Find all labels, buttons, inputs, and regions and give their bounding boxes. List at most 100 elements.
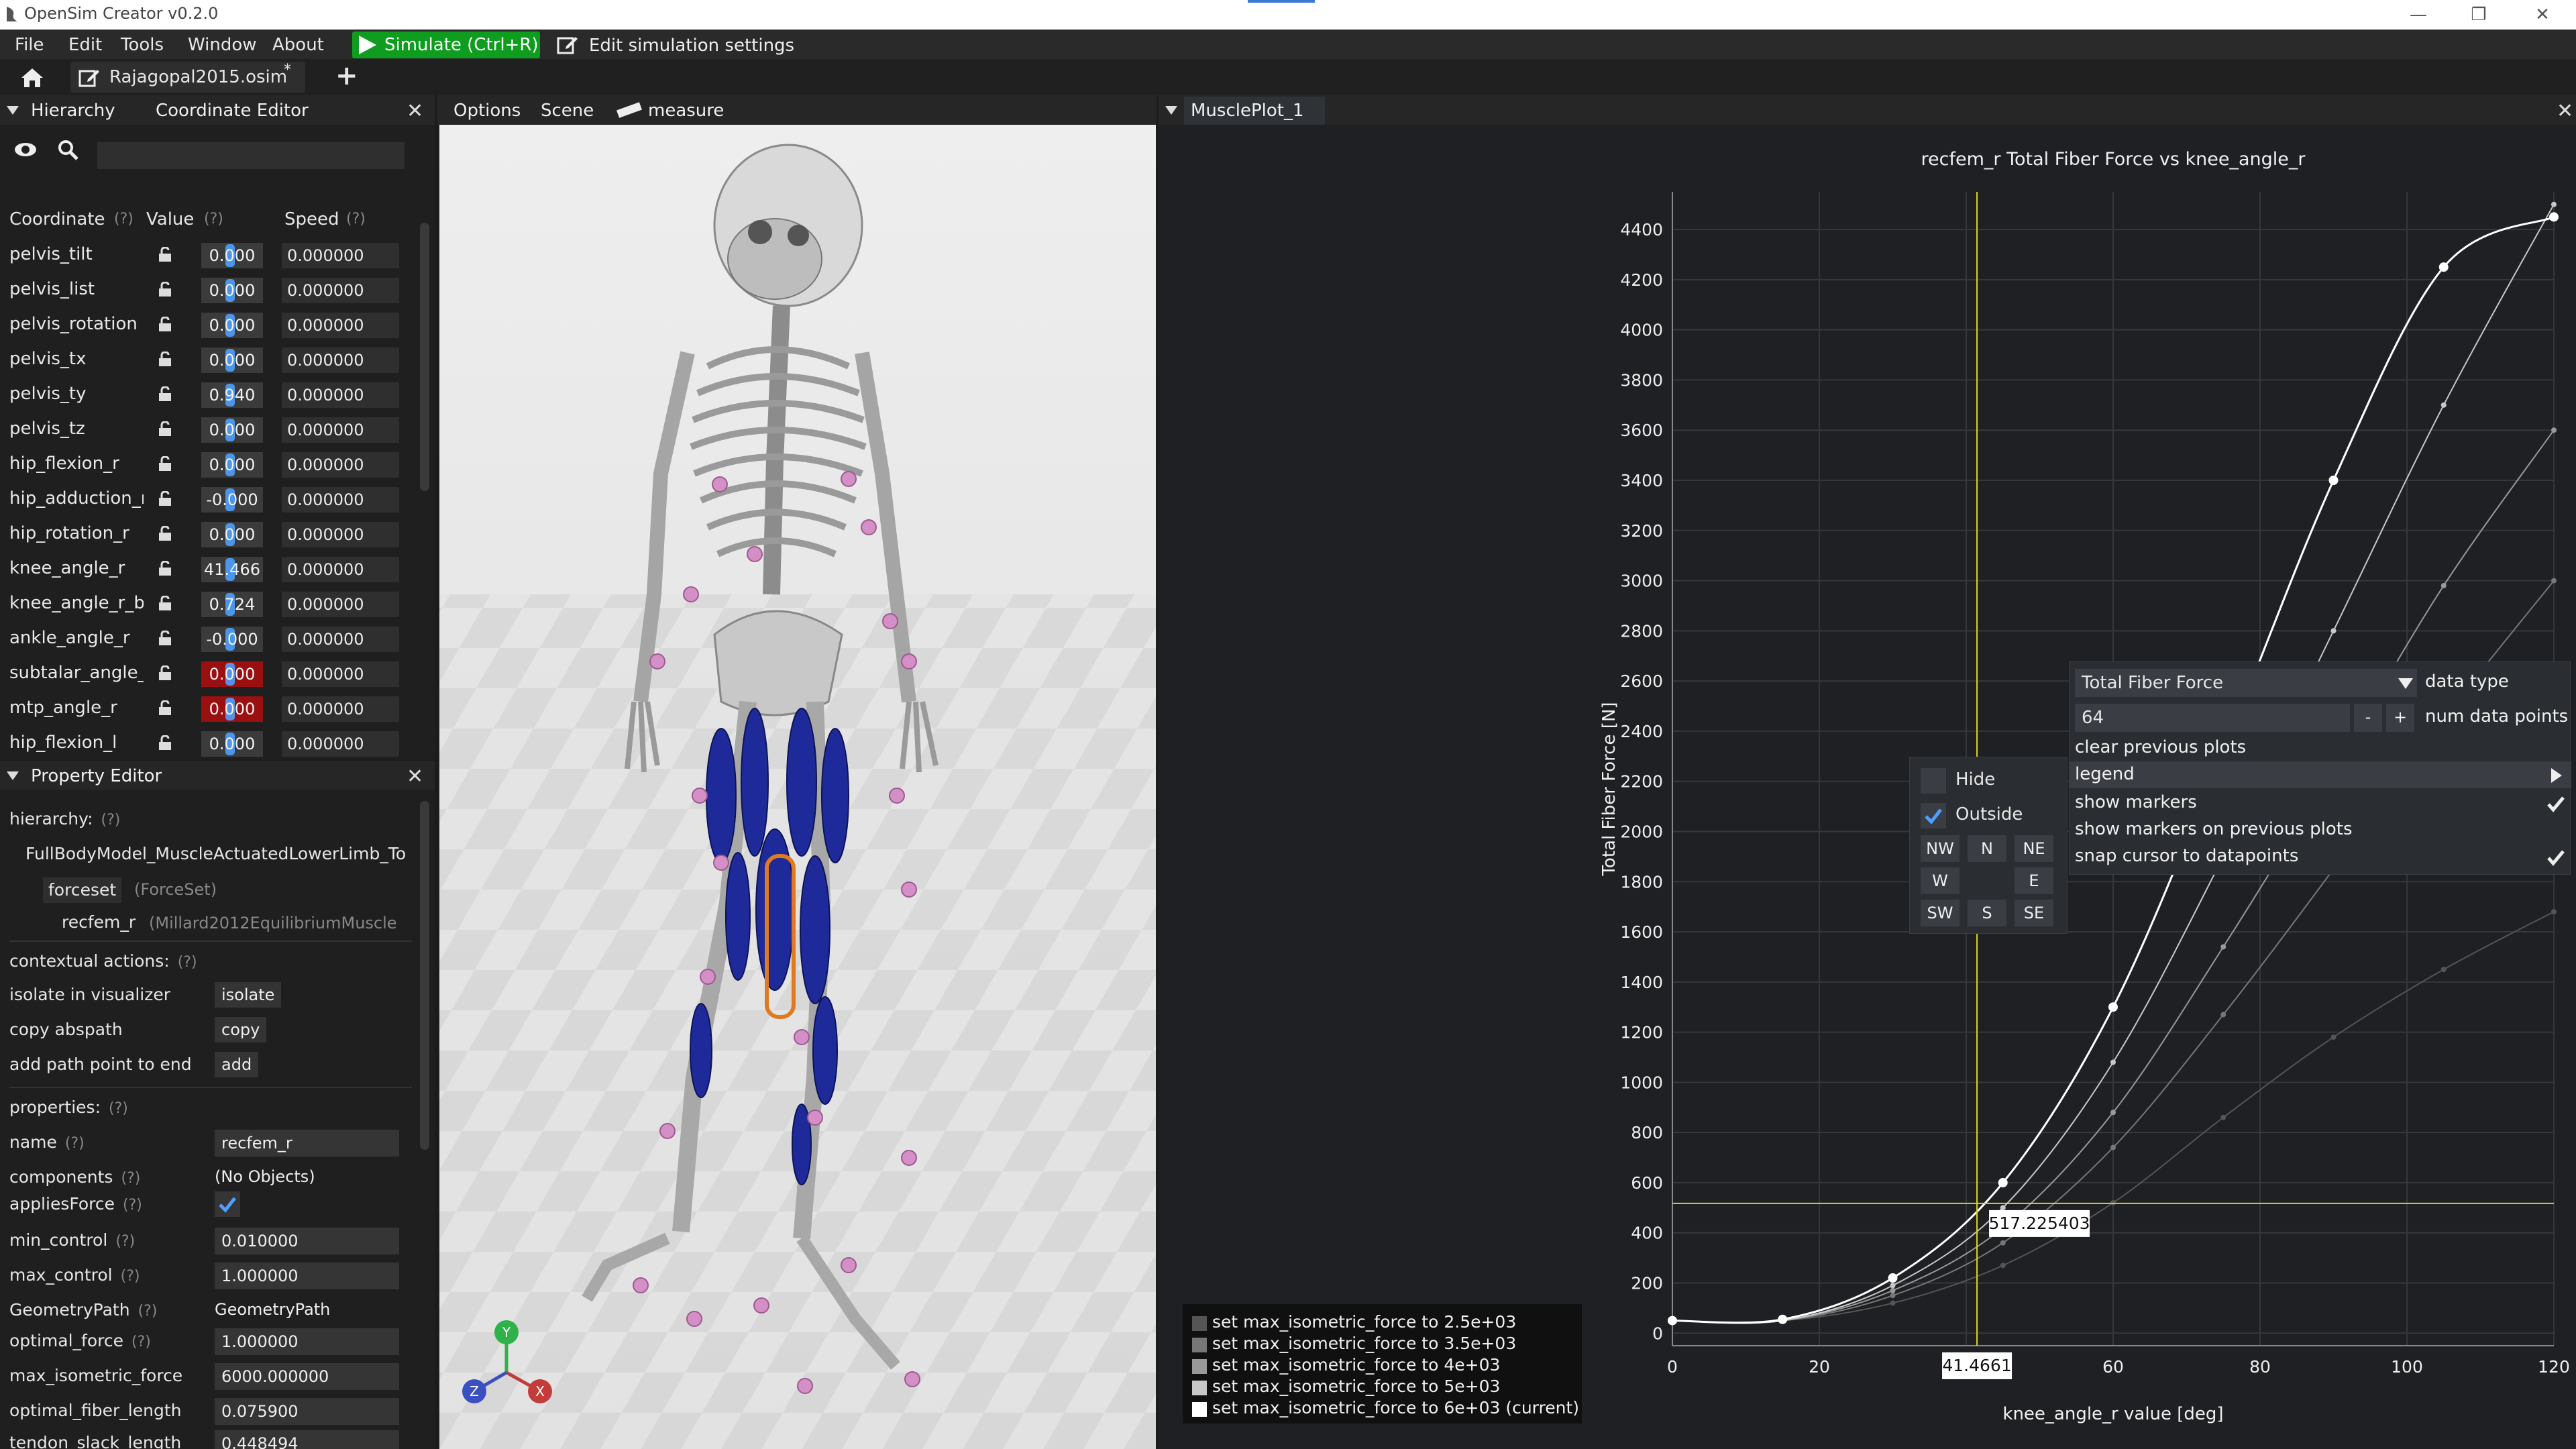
coordinate-speed-field[interactable]: 0.000000: [282, 592, 399, 617]
coordinate-speed-field[interactable]: 0.000000: [282, 382, 399, 408]
coordinate-value-slider[interactable]: -0.000: [201, 487, 263, 513]
coordinate-value-slider[interactable]: 41.466: [201, 557, 263, 582]
coordinate-speed-field[interactable]: 0.000000: [282, 313, 399, 338]
hierarchy-root[interactable]: FullBodyModel_MuscleActuatedLowerLimb_To: [25, 844, 411, 863]
unlocked-icon[interactable]: [158, 491, 172, 506]
coordinate-speed-field[interactable]: 0.000000: [282, 487, 399, 513]
data-type-dropdown[interactable]: Total Fiber Force: [2075, 669, 2417, 697]
file-tab[interactable]: Rajagopal2015.osim *: [70, 62, 305, 93]
coordinate-speed-field[interactable]: 0.000000: [282, 417, 399, 443]
viewport-scene-menu[interactable]: Scene: [541, 101, 594, 121]
hide-checkbox[interactable]: [1921, 768, 1946, 794]
coordinate-value-slider[interactable]: -0.000: [201, 627, 263, 652]
search-input[interactable]: [97, 142, 405, 169]
viewport-options-menu[interactable]: Options: [453, 101, 521, 121]
prop-max-control-field[interactable]: 1.000000: [215, 1263, 399, 1289]
coordinate-value-slider[interactable]: 0.000: [201, 696, 263, 722]
legend-pos-sw[interactable]: SW: [1921, 900, 1960, 926]
collapse-arrow-icon[interactable]: [1165, 106, 1177, 115]
copy-button[interactable]: copy: [215, 1017, 267, 1042]
unlocked-icon[interactable]: [158, 526, 172, 541]
menu-file[interactable]: File: [15, 35, 44, 55]
menu-edit[interactable]: Edit: [68, 35, 102, 55]
unlocked-icon[interactable]: [158, 421, 172, 436]
coordinate-speed-field[interactable]: 0.000000: [282, 696, 399, 722]
coordinate-value-slider[interactable]: 0.000: [201, 452, 263, 478]
prop-max-iso-field[interactable]: 6000.000000: [215, 1363, 399, 1390]
close-window-button[interactable]: ✕: [2512, 0, 2573, 30]
scrollbar[interactable]: [420, 223, 429, 491]
coordinate-value-slider[interactable]: 0.000: [201, 278, 263, 303]
prop-min-control-field[interactable]: 0.010000: [215, 1228, 399, 1254]
prop-geometry-path-value[interactable]: GeometryPath: [215, 1300, 330, 1319]
coordinate-value-slider[interactable]: 0.000: [201, 313, 263, 338]
coordinate-speed-field[interactable]: 0.000000: [282, 522, 399, 547]
eye-icon[interactable]: [13, 141, 38, 158]
close-panel-icon[interactable]: ✕: [407, 765, 423, 788]
close-panel-icon[interactable]: ✕: [407, 99, 423, 123]
increment-button[interactable]: +: [2386, 704, 2414, 732]
coordinate-speed-field[interactable]: 0.000000: [282, 243, 399, 268]
clear-previous-plots-item[interactable]: clear previous plots: [2075, 737, 2246, 757]
snap-cursor-item[interactable]: snap cursor to datapoints: [2075, 846, 2298, 866]
minimize-button[interactable]: —: [2388, 0, 2449, 30]
unlocked-icon[interactable]: [158, 631, 172, 645]
prop-opt-fiber-field[interactable]: 0.075900: [215, 1398, 399, 1425]
unlocked-icon[interactable]: [158, 665, 172, 680]
applies-force-checkbox[interactable]: [215, 1191, 240, 1217]
coordinate-value-slider[interactable]: 0.000: [201, 417, 263, 443]
coordinate-speed-field[interactable]: 0.000000: [282, 452, 399, 478]
coordinate-value-slider[interactable]: 0.000: [201, 347, 263, 373]
add-button[interactable]: add: [215, 1052, 259, 1077]
3d-viewport[interactable]: Y X Z: [439, 125, 1156, 1449]
collapse-arrow-icon[interactable]: [7, 106, 19, 115]
hierarchy-muscle[interactable]: recfem_r: [62, 912, 136, 932]
collapse-arrow-icon[interactable]: [7, 771, 19, 780]
legend-pos-nw[interactable]: NW: [1921, 835, 1960, 862]
legend-pos-ne[interactable]: NE: [2015, 835, 2053, 862]
plot-legend[interactable]: set max_isometric_force to 2.5e+03 set m…: [1183, 1304, 1582, 1424]
unlocked-icon[interactable]: [158, 596, 172, 610]
menu-window[interactable]: Window: [188, 35, 257, 55]
coordinate-value-slider[interactable]: 0.000: [201, 243, 263, 268]
prop-name-field[interactable]: recfem_r: [215, 1130, 399, 1157]
prop-tendon-slack-field[interactable]: 0.448494: [215, 1430, 399, 1449]
viewport-measure-button[interactable]: measure: [648, 101, 724, 121]
legend-pos-w[interactable]: W: [1921, 867, 1960, 894]
unlocked-icon[interactable]: [158, 282, 172, 297]
outside-checkbox[interactable]: [1921, 803, 1946, 828]
num-points-input[interactable]: 64: [2075, 704, 2350, 732]
coordinate-value-slider[interactable]: 0.000: [201, 522, 263, 547]
tab-hierarchy[interactable]: Hierarchy: [31, 101, 115, 121]
unlocked-icon[interactable]: [158, 386, 172, 401]
legend-pos-n[interactable]: N: [1968, 835, 2006, 862]
coordinate-speed-field[interactable]: 0.000000: [282, 731, 399, 757]
menu-about[interactable]: About: [272, 35, 324, 55]
show-markers-item[interactable]: show markers: [2075, 792, 2197, 812]
unlocked-icon[interactable]: [158, 247, 172, 262]
legend-pos-e[interactable]: E: [2015, 867, 2053, 894]
add-tab-button[interactable]: +: [335, 60, 358, 91]
legend-pos-s[interactable]: S: [1968, 900, 2006, 926]
coordinate-speed-field[interactable]: 0.000000: [282, 661, 399, 687]
coordinate-value-slider[interactable]: 0.000: [201, 661, 263, 687]
help-icon[interactable]: (?): [114, 211, 133, 227]
restore-button[interactable]: ❐: [2449, 0, 2509, 30]
coordinate-speed-field[interactable]: 0.000000: [282, 347, 399, 373]
coordinate-speed-field[interactable]: 0.000000: [282, 278, 399, 303]
scrollbar[interactable]: [420, 801, 429, 1150]
help-icon[interactable]: (?): [204, 211, 223, 227]
unlocked-icon[interactable]: [158, 700, 172, 715]
coordinate-value-slider[interactable]: 0.724: [201, 592, 263, 617]
unlocked-icon[interactable]: [158, 317, 172, 331]
menu-tools[interactable]: Tools: [121, 35, 164, 55]
simulate-button[interactable]: Simulate (Ctrl+R): [352, 32, 540, 58]
legend-menu-item[interactable]: legend: [2070, 761, 2571, 788]
tab-coordinate-editor[interactable]: Coordinate Editor: [156, 101, 309, 121]
unlocked-icon[interactable]: [158, 352, 172, 366]
decrement-button[interactable]: -: [2354, 704, 2382, 732]
skeleton-model[interactable]: [439, 125, 1156, 1449]
hierarchy-forceset[interactable]: forceset: [43, 877, 122, 903]
prop-optimal-force-field[interactable]: 1.000000: [215, 1328, 399, 1355]
unlocked-icon[interactable]: [158, 735, 172, 750]
